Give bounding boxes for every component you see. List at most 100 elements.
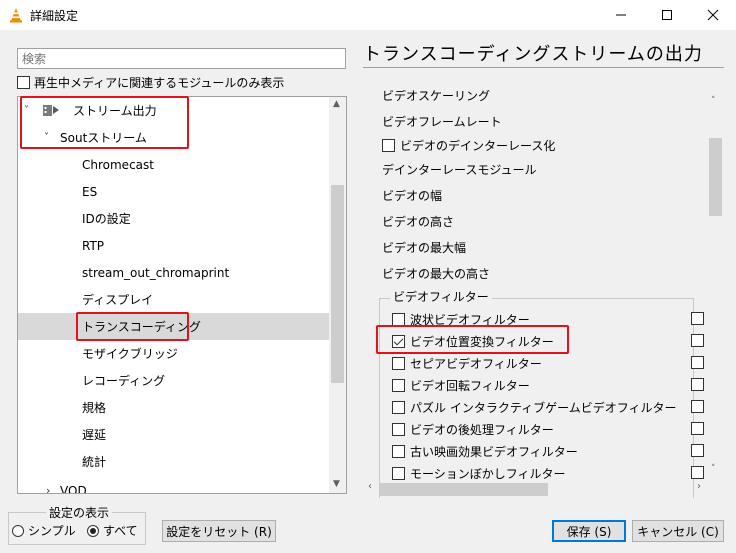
tree-item-label: stream_out_chromaprint — [82, 265, 230, 280]
panel-hscroll-thumb[interactable] — [380, 483, 548, 496]
filter-postproc[interactable]: ビデオの後処理フィルター — [392, 418, 554, 440]
highlight-box-transcoding — [76, 312, 189, 341]
filter-checkbox-secondary[interactable] — [691, 378, 704, 391]
tree-item-label: ディスプレイ — [82, 293, 154, 307]
panel-scroll-thumb[interactable] — [709, 138, 722, 216]
tree-scroll-thumb[interactable] — [331, 185, 344, 383]
only-current-media-checkbox[interactable] — [17, 75, 30, 89]
tree-item-label: 規格 — [82, 401, 107, 415]
tree-item-label: Chromecast — [82, 157, 154, 172]
setting-label: ビデオの最大の高さ — [382, 266, 491, 281]
minimize-button[interactable] — [598, 0, 644, 30]
heading-divider — [363, 67, 724, 68]
setting-video-height: ビデオの高さ — [382, 210, 454, 232]
cancel-button[interactable]: キャンセル (C) — [632, 520, 724, 542]
filter-checkbox[interactable] — [392, 356, 405, 370]
highlight-box-transform-filter — [376, 325, 569, 354]
filter-checkbox-secondary[interactable] — [691, 356, 704, 369]
filter-rotate[interactable]: ビデオ回転フィルター — [392, 374, 530, 396]
radio-simple[interactable] — [12, 524, 24, 537]
scroll-down-icon[interactable]: ˅ — [711, 464, 716, 474]
filter-puzzle[interactable]: パズル インタラクティブゲームビデオフィルター — [392, 396, 677, 418]
tree-item-stats[interactable]: 統計 — [18, 448, 330, 475]
settings-tree[interactable]: ˅ ストリーム出力 ˅ Soutストリーム Chromecast ES IDの設… — [17, 96, 347, 494]
setting-video-width: ビデオの幅 — [382, 184, 442, 206]
tree-item-label: 遅延 — [82, 428, 107, 442]
setting-video-scaling: ビデオスケーリング — [382, 90, 490, 106]
scroll-right-icon[interactable]: › — [697, 481, 701, 492]
filter-oldmovie[interactable]: 古い映画効果ビデオフィルター — [392, 440, 578, 462]
tree-item-delay[interactable]: 遅延 — [18, 421, 330, 448]
radio-all-label: すべて — [103, 524, 138, 538]
setting-deinterlace[interactable]: ビデオのデインターレース化 — [382, 134, 555, 156]
setting-video-max-width: ビデオの最大幅 — [382, 236, 466, 258]
filter-checkbox[interactable] — [392, 422, 405, 436]
panel-heading: トランスコーディングストリームの出力 — [363, 44, 703, 65]
tree-item-recording[interactable]: レコーディング — [18, 367, 330, 394]
tree-item-mosaic-bridge[interactable]: モザイクブリッジ — [18, 340, 330, 367]
setting-video-framerate: ビデオフレームレート — [382, 110, 502, 132]
tree-item-chromecast[interactable]: Chromecast — [18, 151, 330, 178]
filter-label: セピアビデオフィルター — [410, 356, 542, 371]
tree-item-label: レコーディング — [82, 374, 166, 388]
tree-item-rtp[interactable]: RTP — [18, 232, 330, 259]
scroll-up-icon[interactable]: ˄ — [711, 96, 716, 106]
maximize-button[interactable] — [644, 0, 690, 30]
filter-checkbox-secondary[interactable] — [691, 444, 704, 457]
scroll-left-icon[interactable]: ‹ — [368, 481, 372, 492]
close-icon — [707, 9, 719, 21]
tree-item-label: ES — [82, 184, 98, 199]
scroll-down-icon[interactable]: ▼ — [333, 479, 340, 489]
setting-label: ビデオの幅 — [382, 188, 443, 203]
maximize-icon — [662, 10, 672, 20]
filter-checkbox[interactable] — [392, 312, 405, 326]
filter-label: 古い映画効果ビデオフィルター — [410, 444, 578, 459]
panel-horizontal-scrollbar[interactable]: ‹ › — [366, 481, 707, 498]
setting-label: ビデオスケーリング — [382, 90, 491, 103]
tree-item-display[interactable]: ディスプレイ — [18, 286, 330, 313]
filter-label: ビデオ回転フィルター — [410, 378, 530, 393]
filter-checkbox-secondary[interactable] — [691, 466, 704, 479]
reset-settings-button[interactable]: 設定をリセット (R) — [162, 520, 276, 542]
panel-vertical-scrollbar[interactable]: ˄ ˅ — [707, 90, 724, 483]
radio-all[interactable] — [87, 524, 99, 537]
setting-label: デインターレースモジュール — [382, 162, 537, 177]
tree-item-es[interactable]: ES — [18, 178, 330, 205]
filter-label: ビデオの後処理フィルター — [410, 422, 554, 437]
tree-item-label: VOD — [60, 483, 87, 494]
close-button[interactable] — [690, 0, 736, 30]
vlc-cone-icon — [10, 8, 22, 23]
radio-simple-option[interactable]: シンプル — [12, 522, 76, 539]
tree-item-label: IDの設定 — [82, 212, 131, 226]
video-filter-group-title: ビデオフィルター — [390, 288, 492, 305]
filter-checkbox[interactable] — [392, 378, 405, 392]
search-input[interactable] — [17, 48, 346, 69]
filter-checkbox-secondary[interactable] — [691, 400, 704, 413]
tree-scrollbar[interactable]: ▲ ▼ — [329, 97, 346, 493]
tree-item-chromaprint[interactable]: stream_out_chromaprint — [18, 259, 330, 286]
filter-checkbox[interactable] — [392, 444, 405, 458]
window-title: 詳細設定 — [30, 9, 79, 23]
filter-checkbox[interactable] — [392, 466, 405, 480]
tree-item-id-settings[interactable]: IDの設定 — [18, 205, 330, 232]
setting-video-max-height: ビデオの最大の高さ — [382, 262, 490, 284]
deinterlace-checkbox[interactable] — [382, 138, 395, 152]
radio-simple-label: シンプル — [28, 524, 76, 538]
only-current-media-option[interactable]: 再生中メディアに関連するモジュールのみ表示 — [17, 74, 284, 90]
tree-item-label: 統計 — [82, 455, 107, 469]
scroll-up-icon[interactable]: ▲ — [333, 99, 340, 109]
filter-checkbox-secondary[interactable] — [691, 334, 704, 347]
filter-checkbox[interactable] — [392, 400, 405, 414]
tree-item-vod[interactable]: › VOD — [18, 477, 330, 494]
tree-item-label: RTP — [82, 238, 105, 253]
filter-sepia[interactable]: セピアビデオフィルター — [392, 352, 542, 374]
filter-checkbox-secondary[interactable] — [691, 422, 704, 435]
tree-item-standard[interactable]: 規格 — [18, 394, 330, 421]
save-button[interactable]: 保存 (S) — [552, 520, 626, 542]
setting-label: ビデオの高さ — [382, 214, 455, 229]
setting-label: ビデオの最大幅 — [382, 240, 467, 255]
radio-all-option[interactable]: すべて — [87, 522, 138, 539]
settings-panel: ビデオスケーリング ビデオフレームレート ビデオのデインターレース化 デインター… — [366, 90, 724, 498]
filter-checkbox-secondary[interactable] — [691, 312, 704, 325]
title-bar: 詳細設定 — [0, 0, 736, 30]
